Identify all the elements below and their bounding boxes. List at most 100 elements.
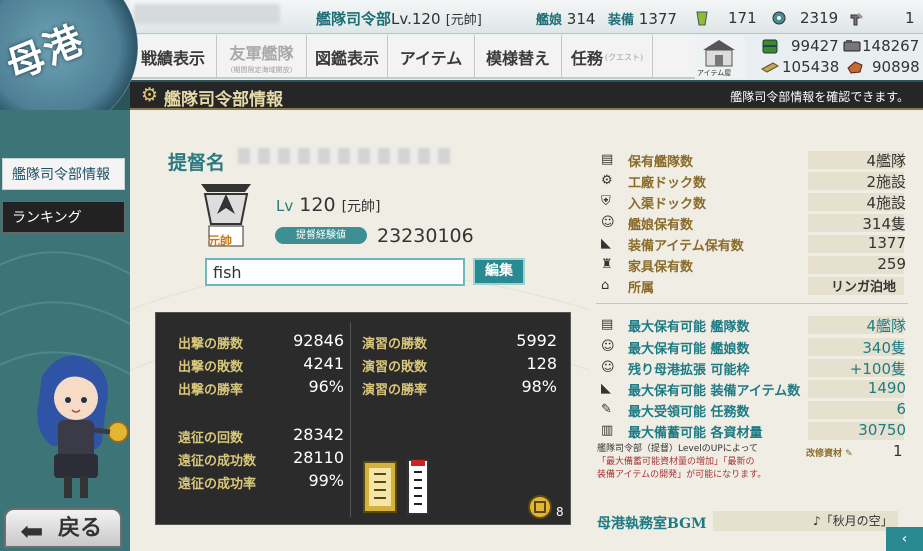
sidebar-item-ranking[interactable]: ランキング — [2, 201, 125, 233]
stat-row-build-docks: ⚙ 工廠ドック数 2施設 — [601, 172, 906, 191]
stat-row-ship-girls: ☺ 艦娘保有数 314隻 — [601, 214, 906, 233]
ship-icon: ▤ — [601, 317, 614, 332]
equipment-icon: ◣ — [601, 381, 611, 396]
exp-value: 23230106 — [377, 225, 474, 247]
section-title: 艦隊司令部情報 — [164, 90, 283, 110]
max-row-ship-girls: ☺ 最大保有可能 艦娘数 340隻 — [601, 338, 906, 357]
exercise-rate-value: 98% — [521, 377, 557, 396]
item-shop-button[interactable]: アイテム屋 — [695, 35, 745, 79]
stat-row-affiliation: ⌂ 所属 リンガ泊地 — [596, 276, 908, 296]
sortie-rate-value: 96% — [308, 377, 344, 396]
stat-row-fleets: ▤ 保有艦隊数 4艦隊 — [601, 151, 906, 170]
exercise-losses-value: 128 — [526, 354, 557, 373]
max-row-quests: ✎ 最大受領可能 任務数 6 — [601, 400, 906, 420]
nav-furniture[interactable]: 模様替え — [475, 35, 562, 79]
nav-items[interactable]: アイテム — [388, 35, 475, 79]
nav-friend-fleet[interactable]: 友軍艦隊 (期間限定海域開放) — [217, 35, 307, 79]
equip-count: 装備 1377 — [608, 10, 677, 28]
gear-icon: ⚙ — [141, 84, 159, 106]
exercise-wins-value: 5992 — [516, 331, 557, 350]
bauxite-value: 90898 — [872, 58, 920, 76]
stat-row-furniture: ♜ 家具保有数 259 — [601, 255, 906, 275]
bauxite-icon — [847, 61, 863, 74]
collapse-chevron-icon[interactable]: ‹ — [886, 527, 923, 551]
dev-material-count: 2319 — [800, 9, 839, 27]
record-divider — [350, 322, 351, 517]
storage-icon: ▥ — [601, 423, 614, 438]
ship-girl-icon: ☺ — [601, 339, 615, 354]
sidebar-item-hq-info[interactable]: 艦隊司令部情報 — [2, 158, 125, 190]
stat-row-repair-docks: ⛨ 入渠ドック数 4施設 — [601, 193, 906, 212]
max-row-expansion: ☺ 残り母港拡張 可能枠 +100隻 — [601, 359, 906, 378]
ammo-icon — [843, 40, 861, 52]
improve-material-icon — [850, 13, 863, 26]
medal-banner-icon — [363, 461, 397, 513]
sortie-rate-label: 出撃の勝率 — [178, 383, 244, 398]
medal-count: 8 — [556, 505, 564, 519]
nav-quests[interactable]: 任務 (クエスト) — [562, 35, 653, 79]
sortie-wins-value: 92846 — [293, 331, 344, 350]
stat-row-equipment: ◣ 装備アイテム保有数 1377 — [601, 234, 906, 254]
admiral-name-label: 提督名 — [168, 152, 226, 174]
exercise-losses-label: 演習の敗数 — [362, 360, 428, 375]
repair-dock-icon: ⛨ — [601, 194, 611, 209]
max-row-equipment: ◣ 最大保有可能 装備アイテム数 1490 — [601, 379, 906, 399]
dev-material-icon — [772, 11, 786, 25]
sortie-losses-value: 4241 — [303, 354, 344, 373]
level-up-note: 艦隊司令部（提督）LevelのUPによって 「最大備蓄可能資材量の増加」「最新の… — [597, 444, 767, 480]
section-hint: 艦隊司令部情報を確認できます。 — [730, 90, 909, 104]
steel-value: 105438 — [782, 58, 840, 76]
ships-count: 艦娘 314 — [536, 10, 596, 28]
ship-icon: ▤ — [601, 152, 614, 167]
edit-comment-button[interactable]: 編集 — [473, 258, 525, 285]
gear-icon: ⚙ — [601, 173, 613, 188]
shop-icon — [703, 40, 735, 67]
expedition-success-label: 遠征の成功数 — [178, 454, 257, 469]
medal-icon — [528, 495, 552, 519]
expedition-count-label: 遠征の回数 — [178, 431, 244, 446]
improve-material-count: 1 — [905, 9, 915, 27]
quest-quill-icon: ✎ — [601, 402, 612, 417]
admiral-name-redacted-field — [238, 148, 450, 164]
admiral-level-display: Lv 120 [元帥] — [276, 194, 381, 216]
sortie-wins-label: 出撃の勝数 — [178, 337, 244, 352]
rank-badge: 元帥 — [208, 234, 233, 248]
exp-label-badge: 提督経験値 — [275, 227, 367, 244]
shop-label: アイテム屋 — [697, 69, 732, 77]
wrench-icon: ✎ — [845, 449, 853, 459]
back-arrow-icon: ⬅ — [20, 515, 44, 548]
bgm-selector[interactable]: ♪「秋月の空」 — [713, 511, 898, 531]
stats-separator — [596, 303, 908, 304]
expedition-count-value: 28342 — [293, 425, 344, 444]
improve-material-value: 1 — [893, 442, 903, 460]
admiral-name-redacted — [134, 4, 280, 24]
expedition-rate-value: 99% — [308, 471, 344, 490]
ammo-value: 148267 — [862, 37, 920, 55]
max-row-fleets: ▤ 最大保有可能 艦隊数 4艦隊 — [601, 316, 906, 335]
comment-input[interactable] — [205, 258, 465, 286]
bucket-icon — [696, 11, 708, 26]
steel-icon — [761, 62, 779, 73]
expedition-rate-label: 遠征の成功率 — [178, 477, 257, 492]
improve-material-label: 改修資材 ✎ — [806, 449, 853, 459]
back-button[interactable]: ⬅ 戻る — [4, 508, 122, 548]
fuel-icon — [762, 39, 778, 54]
back-button-label: 戻る — [58, 515, 103, 541]
equipment-icon: ◣ — [601, 236, 611, 251]
nav-album[interactable]: 図鑑表示 — [307, 35, 388, 79]
sortie-losses-label: 出撃の敗数 — [178, 360, 244, 375]
exercise-wins-label: 演習の勝数 — [362, 337, 428, 352]
ship-girl-icon: ☺ — [601, 360, 615, 375]
chibi-ship-girl — [37, 355, 129, 498]
medal-scroll-icon — [407, 459, 429, 515]
bucket-count: 171 — [728, 9, 757, 27]
expedition-success-value: 28110 — [293, 448, 344, 467]
chair-icon: ♜ — [601, 257, 613, 272]
base-icon: ⌂ — [601, 278, 610, 293]
bgm-label: 母港執務室BGM — [597, 516, 707, 532]
fuel-value: 99427 — [791, 37, 839, 55]
exercise-rate-label: 演習の勝率 — [362, 383, 428, 398]
nav-battle-record[interactable]: 戦績表示 — [130, 35, 217, 79]
admiral-level: 艦隊司令部Lv.120 [元帥] — [316, 10, 482, 28]
main-nav: 戦績表示 友軍艦隊 (期間限定海域開放) 図鑑表示 アイテム 模様替え 任務 (クエ… — [130, 35, 695, 79]
